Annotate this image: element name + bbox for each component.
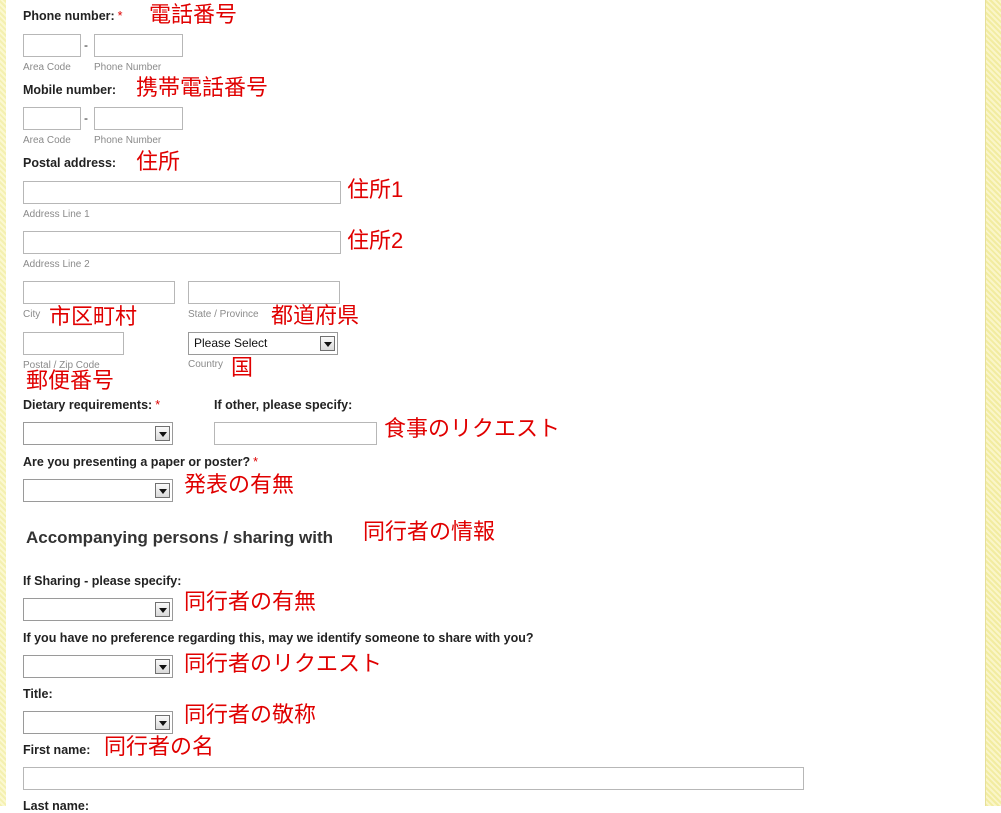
phone-area-code-input[interactable] [23, 34, 81, 57]
address-line2-caption: Address Line 2 [23, 259, 90, 270]
postal-address-label: Postal address: [23, 156, 117, 170]
title-annotation: 同行者の敬称 [184, 702, 317, 727]
phone-number-caption: Phone Number [94, 62, 162, 73]
share-preference-label: If you have no preference regarding this… [23, 631, 534, 645]
phone-area-code-caption: Area Code [23, 62, 71, 73]
title-label: Title: [23, 687, 53, 701]
zip-code-input[interactable] [23, 332, 124, 355]
last-name-label: Last name: [23, 799, 89, 813]
country-select[interactable]: Please Select [188, 332, 338, 355]
first-name-annotation: 同行者の名 [104, 734, 215, 759]
presenting-label-text: Are you presenting a paper or poster? [23, 455, 251, 469]
mobile-area-code-input[interactable] [23, 107, 81, 130]
chevron-down-icon[interactable] [155, 426, 170, 441]
mobile-number-annotation: 携帯電話番号 [136, 75, 269, 100]
phone-number-annotation: 電話番号 [149, 2, 238, 27]
address-line2-annotation: 住所2 [347, 228, 404, 253]
phone-dash: - [84, 38, 88, 52]
postal-address-annotation: 住所 [136, 149, 181, 174]
phone-number-label: Phone number: * [23, 9, 123, 23]
title-select[interactable] [23, 711, 173, 734]
required-marker: * [253, 455, 259, 469]
accompanying-annotation: 同行者の情報 [363, 519, 496, 544]
accompanying-heading: Accompanying persons / sharing with [26, 528, 333, 547]
share-preference-select[interactable] [23, 655, 173, 678]
chevron-down-icon[interactable] [155, 483, 170, 498]
chevron-down-icon[interactable] [155, 659, 170, 674]
state-caption: State / Province [188, 309, 259, 320]
first-name-label: First name: [23, 743, 91, 757]
sharing-label: If Sharing - please specify: [23, 574, 182, 588]
state-annotation: 都道府県 [271, 303, 360, 328]
address-line1-caption: Address Line 1 [23, 209, 90, 220]
chevron-down-icon[interactable] [155, 715, 170, 730]
country-select-value: Please Select [194, 336, 268, 350]
required-marker: * [155, 398, 161, 412]
chevron-down-icon[interactable] [320, 336, 335, 351]
share-preference-annotation: 同行者のリクエスト [184, 651, 383, 676]
mobile-number-input[interactable] [94, 107, 183, 130]
right-page-border [985, 0, 1001, 806]
first-name-input[interactable] [23, 767, 804, 790]
dietary-annotation: 食事のリクエスト [384, 416, 561, 441]
dietary-other-input[interactable] [214, 422, 377, 445]
mobile-number-label: Mobile number: [23, 83, 117, 97]
dietary-other-label: If other, please specify: [214, 398, 353, 412]
sharing-select[interactable] [23, 598, 173, 621]
address-line1-input[interactable] [23, 181, 341, 204]
city-input[interactable] [23, 281, 175, 304]
address-line2-input[interactable] [23, 231, 341, 254]
dietary-label-text: Dietary requirements: [23, 398, 153, 412]
required-marker: * [117, 9, 123, 23]
phone-number-label-text: Phone number: [23, 9, 115, 23]
dietary-select[interactable] [23, 422, 173, 445]
left-page-border [0, 0, 6, 806]
presenting-annotation: 発表の有無 [184, 472, 295, 497]
city-annotation: 市区町村 [49, 304, 138, 329]
country-annotation: 国 [231, 355, 254, 380]
country-caption: Country [188, 359, 224, 370]
mobile-area-code-caption: Area Code [23, 135, 71, 146]
address-line1-annotation: 住所1 [347, 177, 404, 202]
sharing-annotation: 同行者の有無 [184, 589, 317, 614]
dietary-requirements-label: Dietary requirements: * [23, 398, 160, 412]
zip-code-annotation: 郵便番号 [26, 368, 115, 393]
mobile-number-caption: Phone Number [94, 135, 162, 146]
state-input[interactable] [188, 281, 340, 304]
chevron-down-icon[interactable] [155, 602, 170, 617]
presenting-label: Are you presenting a paper or poster? * [23, 455, 258, 469]
phone-number-input[interactable] [94, 34, 183, 57]
city-caption: City [23, 309, 41, 320]
mobile-dash: - [84, 111, 88, 125]
presenting-select[interactable] [23, 479, 173, 502]
